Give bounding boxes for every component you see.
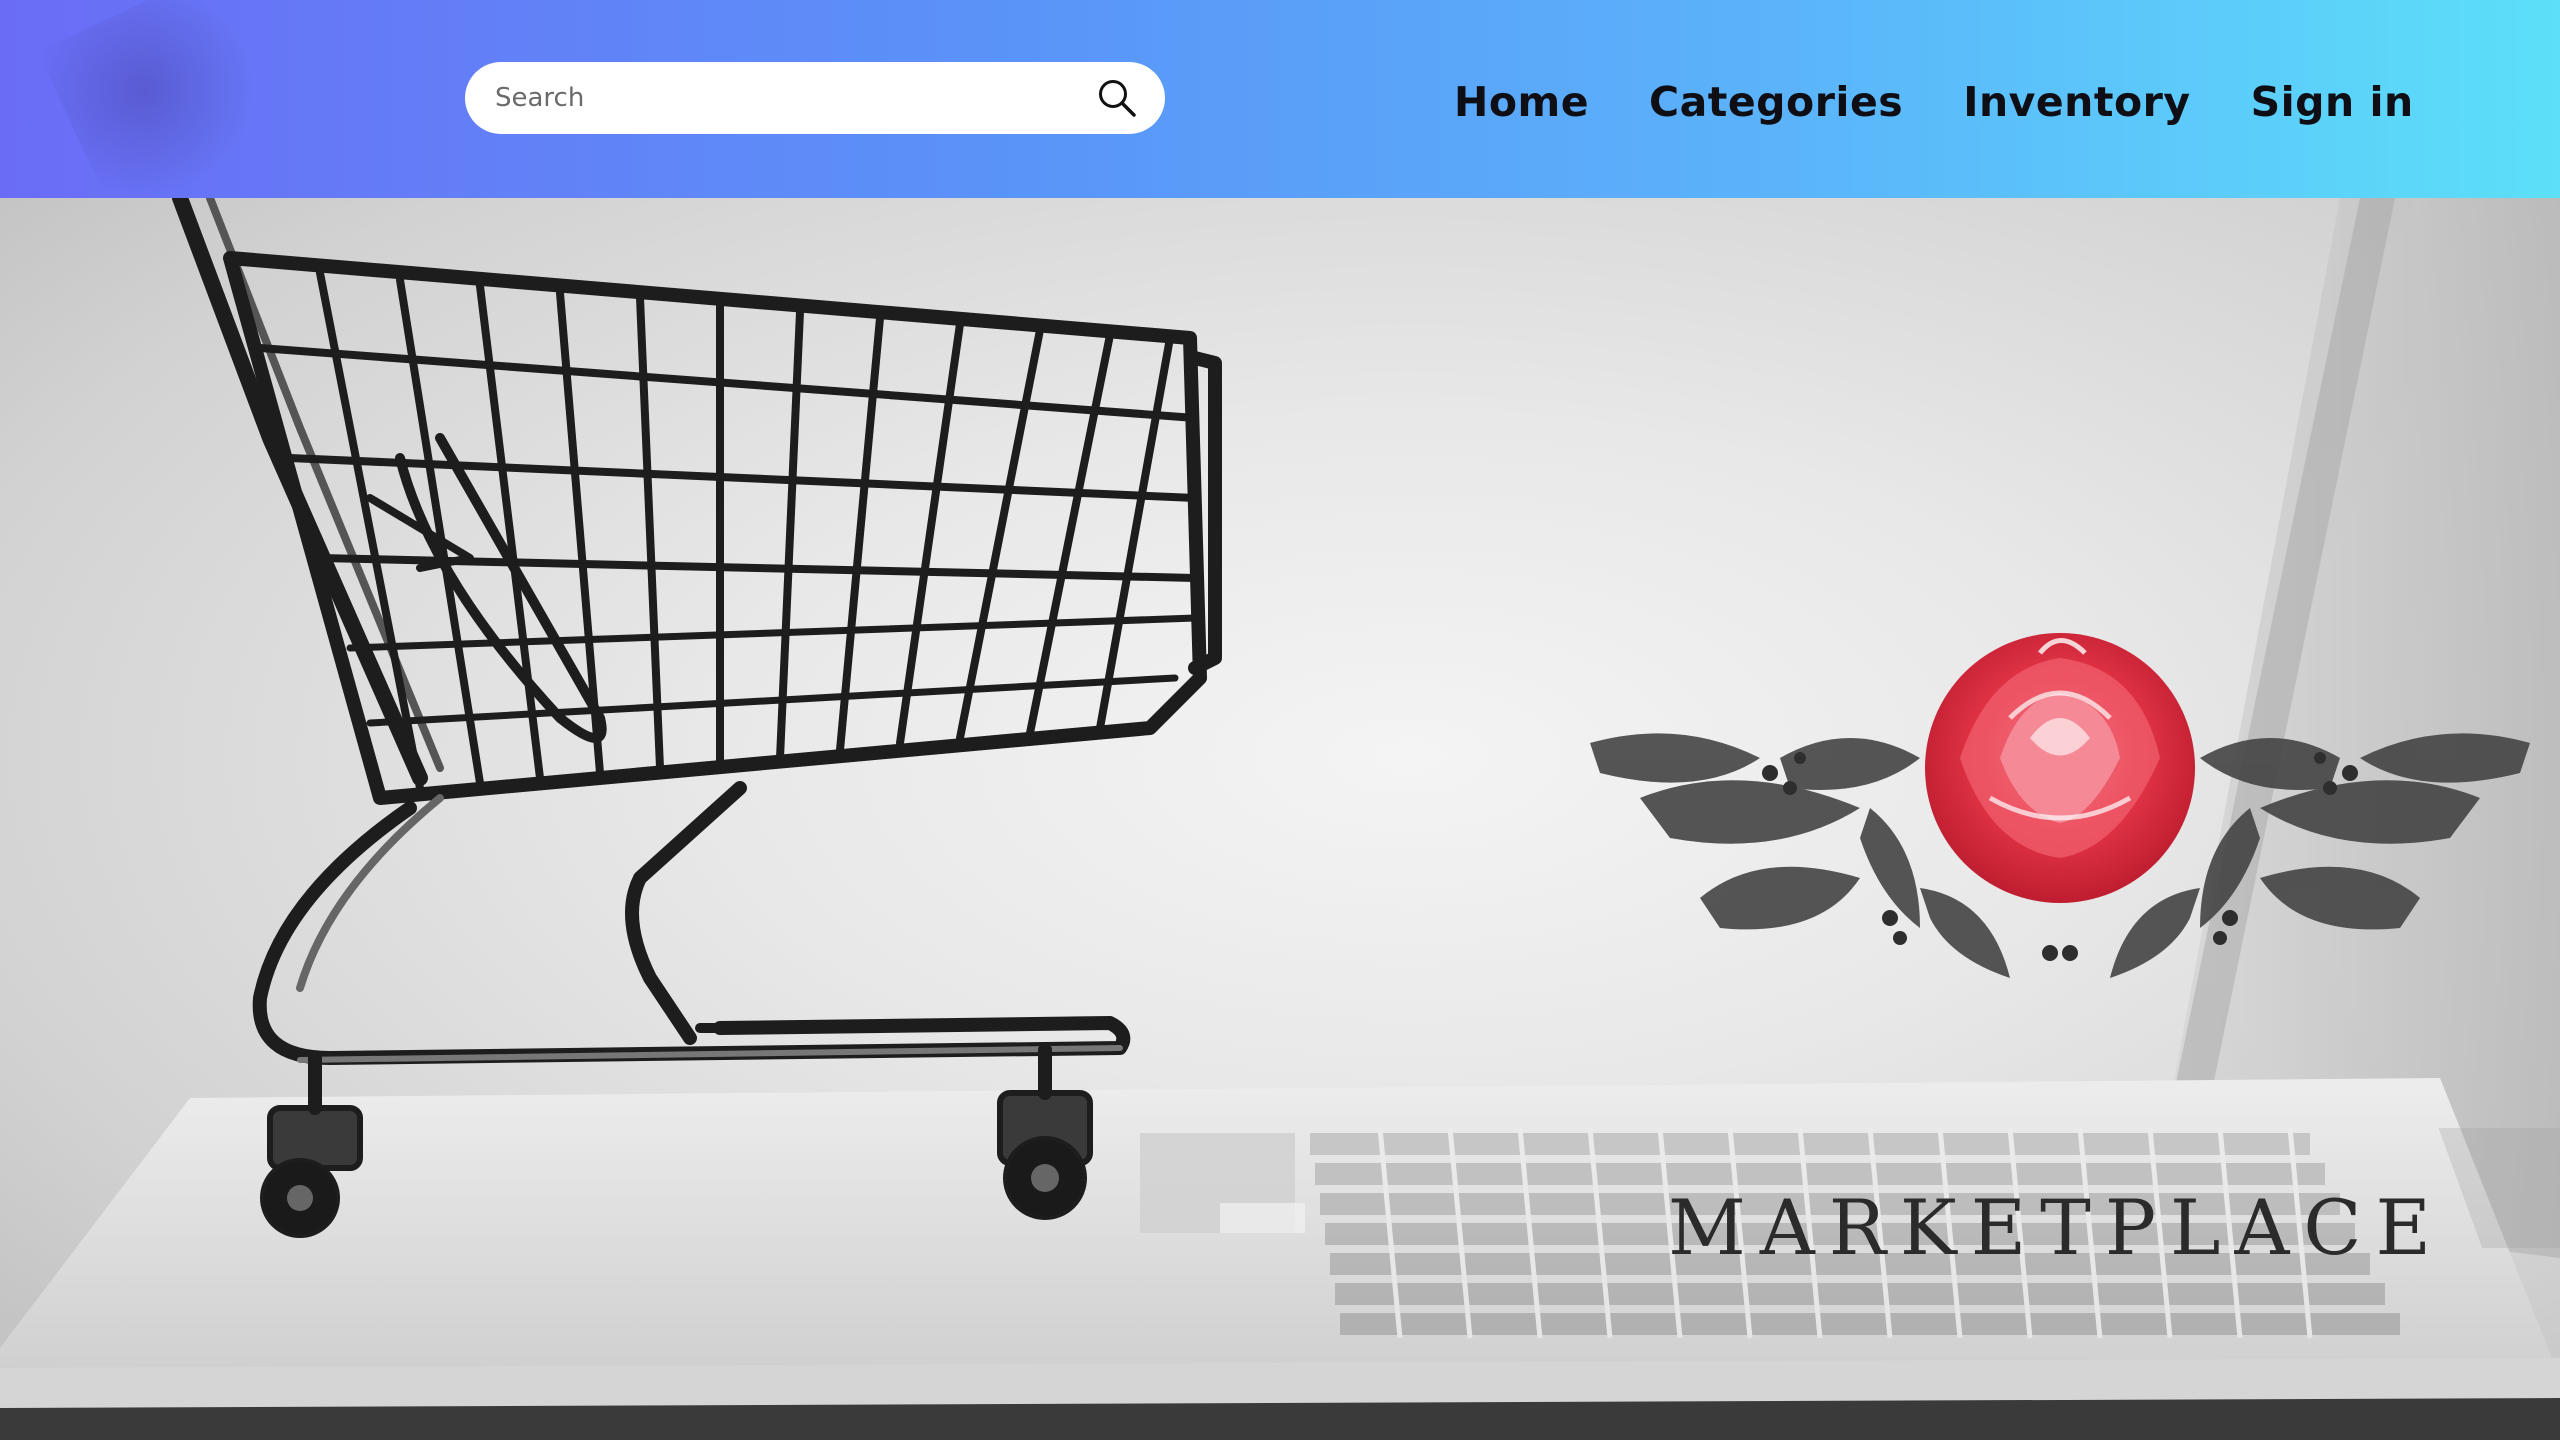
nav-home-link[interactable]: Home: [1454, 78, 1589, 126]
header-shadow: [37, 0, 303, 231]
shopping-cart: [172, 198, 1222, 1238]
main-nav: Home Categories Inventory Sign in: [1454, 78, 2414, 126]
nav-sign-in-link[interactable]: Sign in: [2251, 78, 2414, 126]
search-icon[interactable]: [1095, 76, 1139, 120]
nav-inventory-link[interactable]: Inventory: [1963, 78, 2190, 126]
page: Home Categories Inventory Sign in: [0, 0, 2560, 1440]
hero-banner: MARKETPLACE: [0, 198, 2560, 1440]
search-input[interactable]: [495, 73, 1055, 123]
search-bar[interactable]: [465, 62, 1165, 134]
nav-categories-link[interactable]: Categories: [1649, 78, 1903, 126]
marketplace-wordmark: MARKETPLACE: [1668, 1183, 2445, 1272]
top-navigation-bar: Home Categories Inventory Sign in: [0, 0, 2560, 231]
